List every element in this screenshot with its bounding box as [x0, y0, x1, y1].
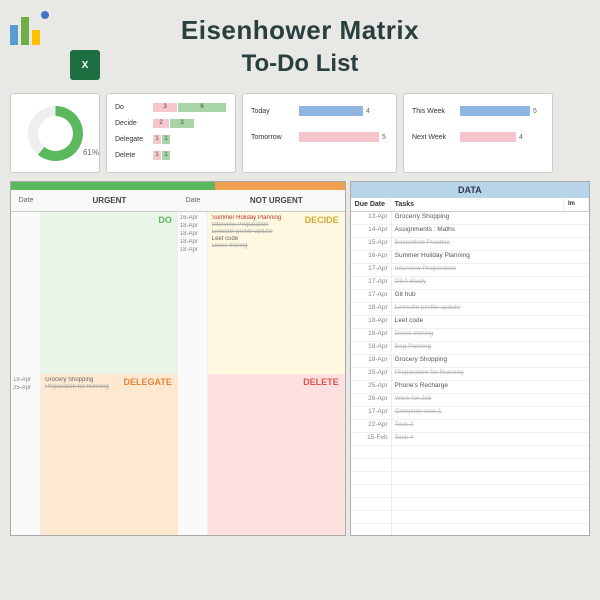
data-table: DATA Due Date Tasks Im 13-AprGrocerry Sh…	[350, 181, 590, 536]
header-urgent: URGENT	[41, 190, 178, 211]
chart-this-next-week: This Week5Next Week4	[403, 93, 553, 173]
chart-completion-donut: 61%	[10, 93, 100, 173]
col-date-2: Date	[178, 190, 208, 211]
quadrant-delegate[interactable]: DELEGATE Grocery ShoppingPreparation for…	[41, 374, 178, 536]
quadrant-do[interactable]: DO	[41, 212, 178, 374]
quadrant-delete[interactable]: DELETE	[208, 374, 345, 536]
eisenhower-matrix: Date URGENT Date NOT URGENT DO 16-Apr18-…	[10, 181, 346, 536]
quadrant-decide[interactable]: DECIDE Summer Holiday PlanningInterview …	[208, 212, 345, 374]
chart-priority-bars: Do36Decide23Delegate11Delete11	[106, 93, 236, 173]
col-date: Date	[11, 190, 41, 211]
excel-icon: X	[70, 50, 100, 80]
header-not-urgent: NOT URGENT	[208, 190, 345, 211]
title-main: Eisenhower Matrix	[10, 15, 590, 46]
col-importance[interactable]: Im	[564, 198, 589, 211]
col-tasks[interactable]: Tasks	[391, 198, 564, 211]
chart-today-tomorrow: Today4Tomorrow5	[242, 93, 397, 173]
data-title: DATA	[351, 182, 589, 198]
col-due-date[interactable]: Due Date	[351, 198, 391, 211]
decorative-corner	[5, 5, 55, 55]
